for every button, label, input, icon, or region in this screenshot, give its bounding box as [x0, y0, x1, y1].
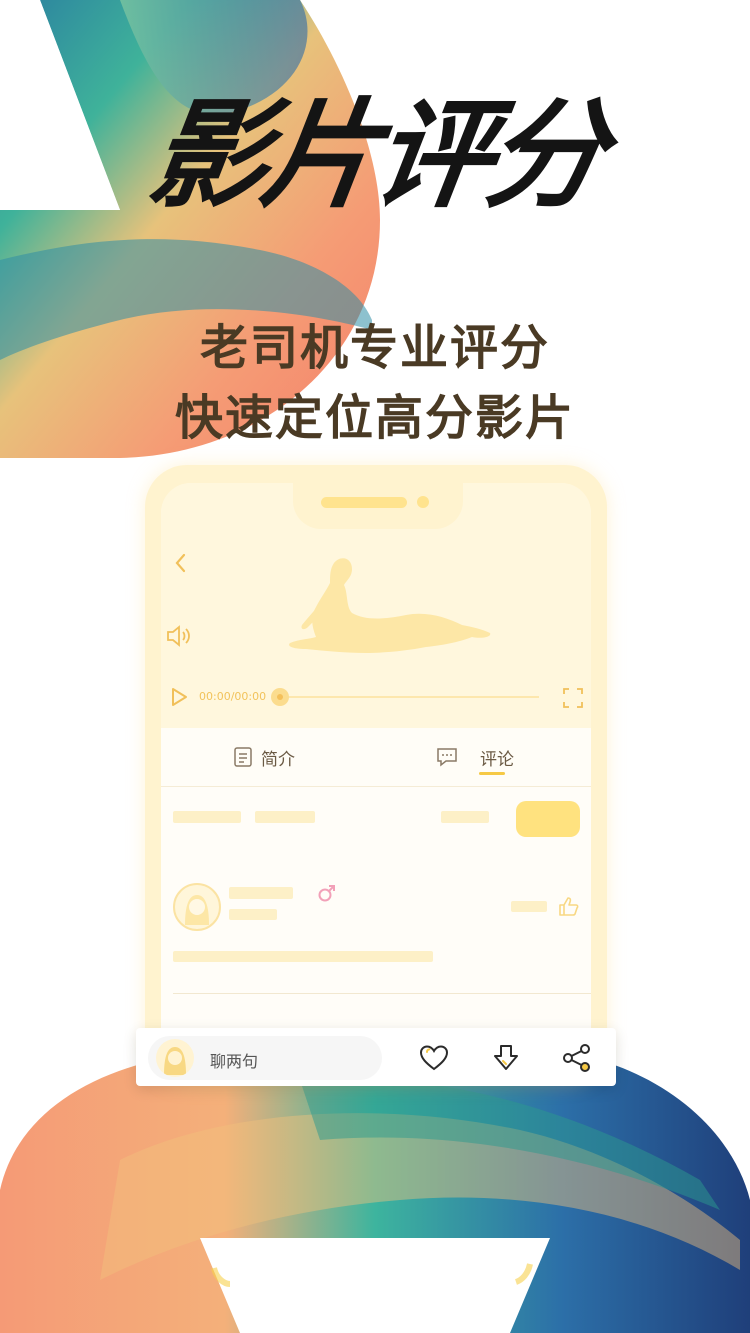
placeholder-bar: [511, 901, 547, 912]
phone-notch: [293, 483, 463, 529]
comment-input[interactable]: 聊两句: [148, 1036, 382, 1080]
phone-screen: 00:00/00:00 简介 评论: [161, 483, 591, 1083]
document-icon: [234, 747, 252, 767]
avatar-girl-icon: [164, 1047, 186, 1075]
comment-action-bar: 聊两句: [136, 1028, 616, 1086]
comment-placeholder: 聊两句: [210, 1052, 259, 1071]
thumbs-up-icon[interactable]: [557, 895, 581, 917]
hero-title: 影片评分: [141, 85, 609, 224]
placeholder-bar: [229, 887, 293, 899]
placeholder-button[interactable]: [516, 801, 580, 837]
tagline-line2: 快速定位高分影片: [174, 390, 575, 446]
phone-mockup: 00:00/00:00 简介 评论: [145, 465, 607, 1085]
phone-speaker: [321, 497, 407, 508]
progress-track[interactable]: [279, 696, 539, 698]
tab-comments-label: 评论: [480, 749, 514, 770]
tagline-line1: 老司机专业评分: [199, 320, 550, 376]
decorative-white-shape: [200, 1238, 550, 1333]
tab-comments[interactable]: 评论: [436, 728, 514, 786]
silhouette-image: [289, 558, 491, 653]
fullscreen-icon[interactable]: [561, 686, 585, 710]
placeholder-bar: [229, 909, 277, 920]
tab-intro[interactable]: 简介: [233, 728, 295, 786]
divider: [173, 993, 591, 994]
avatar-girl-icon: [185, 895, 209, 925]
placeholder-bar: [173, 951, 433, 962]
back-chevron-icon[interactable]: [169, 551, 193, 575]
placeholder-bar: [255, 811, 315, 823]
placeholder-bar: [441, 811, 489, 823]
user-avatar: [156, 1039, 194, 1077]
chat-bubble-icon: [437, 748, 457, 767]
heart-icon[interactable]: [418, 1042, 450, 1074]
placeholder-bar: [173, 811, 241, 823]
tab-bar: 简介 评论: [161, 728, 591, 787]
active-tab-indicator: [479, 772, 505, 775]
phone-camera: [417, 496, 429, 508]
download-icon[interactable]: [490, 1042, 522, 1074]
volume-icon[interactable]: [165, 623, 195, 649]
share-icon[interactable]: [560, 1042, 592, 1074]
play-icon[interactable]: [169, 686, 189, 708]
progress-knob[interactable]: [271, 688, 289, 706]
male-symbol-icon: [318, 885, 335, 902]
tab-intro-label: 简介: [261, 749, 295, 770]
playback-time: 00:00/00:00: [199, 690, 267, 703]
avatar[interactable]: [173, 883, 221, 931]
